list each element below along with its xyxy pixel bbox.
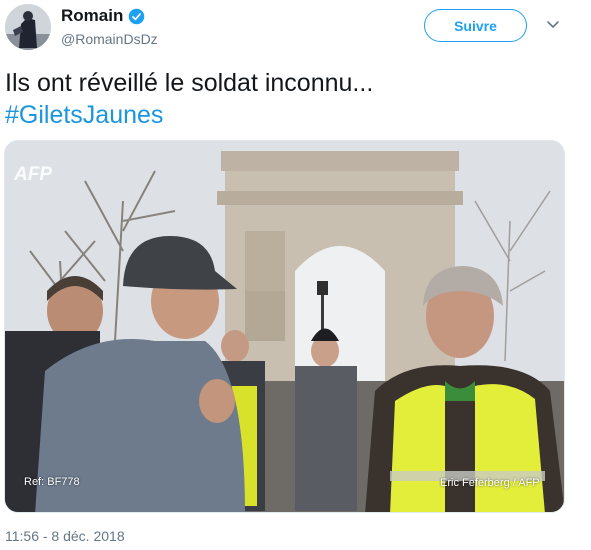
chevron-down-icon[interactable]: [546, 20, 560, 30]
tweet-timestamp[interactable]: 11:56 - 8 déc. 2018: [5, 528, 125, 544]
avatar-image: [5, 4, 51, 50]
tweet-body: Ils ont réveillé le soldat inconnu...: [5, 69, 374, 97]
tweet-card: Romain @RomainDsDz Suivre Ils ont réveil…: [0, 0, 591, 550]
verified-badge-icon: [129, 8, 145, 24]
photo-credit: Eric Feferberg / AFP: [440, 477, 540, 489]
follow-button[interactable]: Suivre: [424, 9, 527, 42]
tweet-text: Ils ont réveillé le soldat inconnu... #G…: [5, 67, 373, 131]
avatar[interactable]: [5, 4, 51, 50]
hashtag-link[interactable]: #GiletsJaunes: [5, 99, 373, 131]
author-name-row: Romain: [61, 6, 145, 26]
author-name[interactable]: Romain: [61, 6, 123, 26]
tweet-photo[interactable]: [4, 140, 565, 513]
author-handle[interactable]: @RomainDsDz: [61, 31, 158, 47]
afp-watermark: AFP: [14, 164, 52, 185]
photo-illustration: [5, 141, 564, 512]
photo-reference: Ref: BF778: [24, 476, 80, 488]
